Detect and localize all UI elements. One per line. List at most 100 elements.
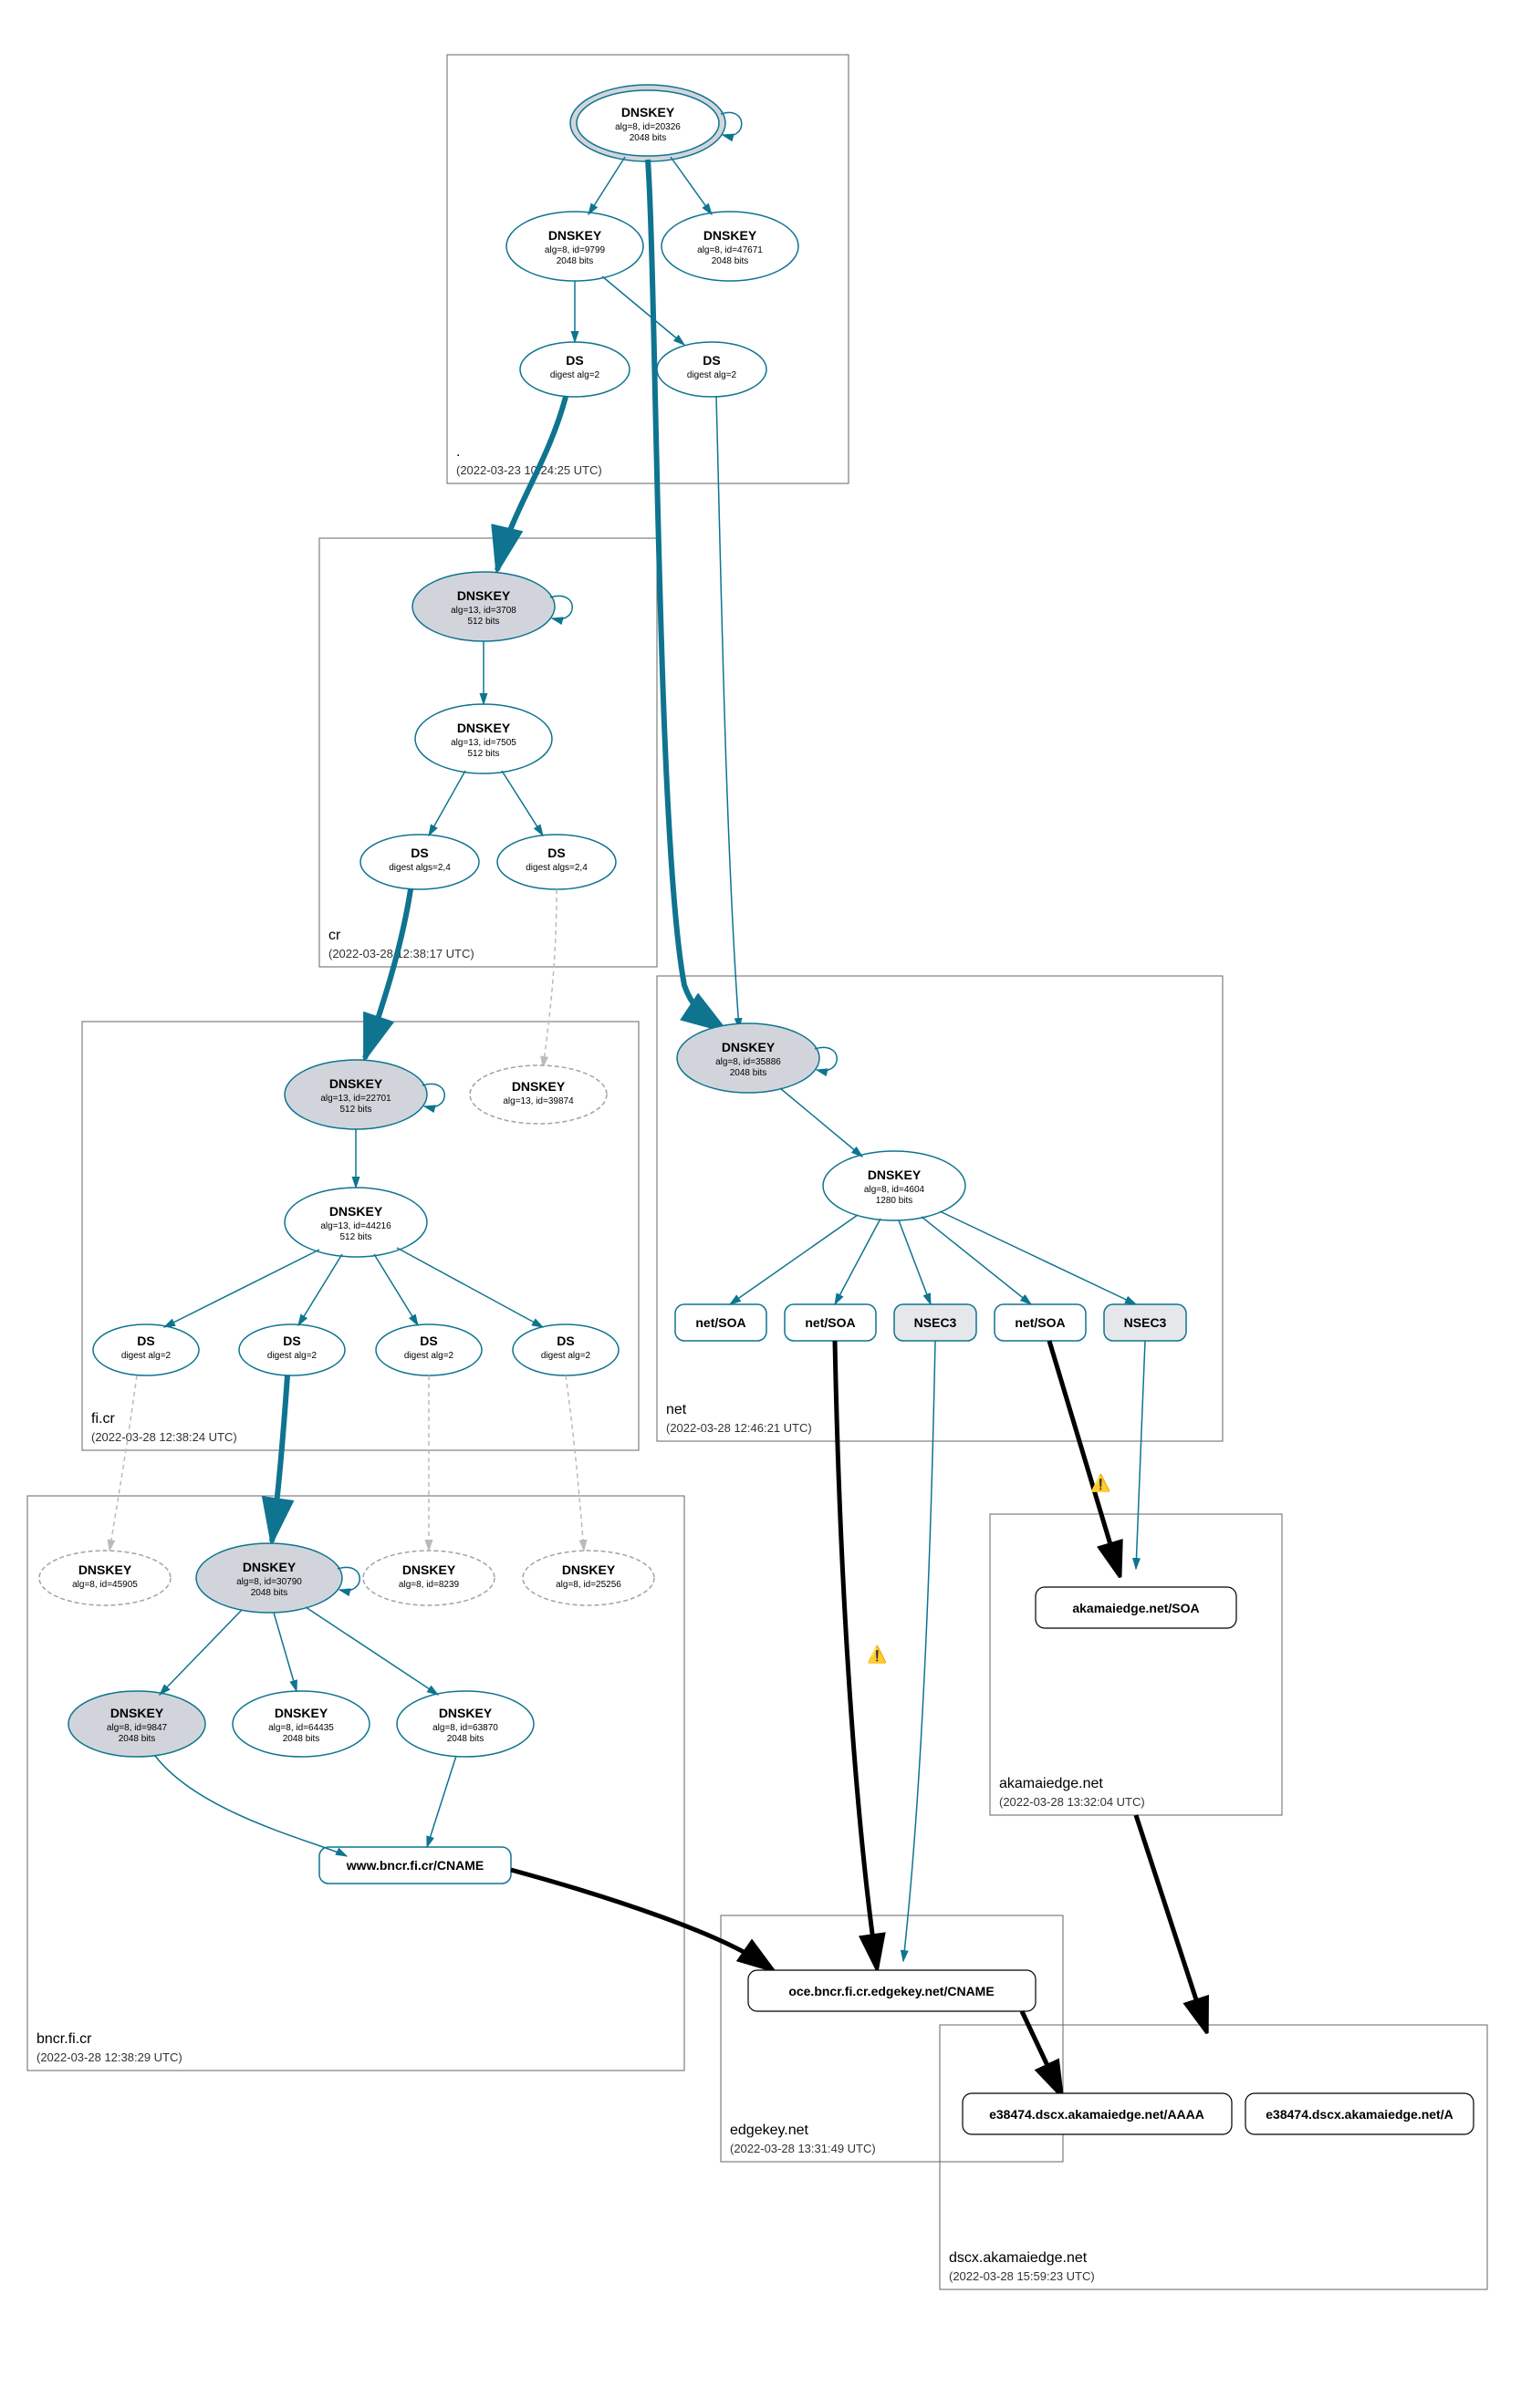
svg-text:DNSKEY: DNSKEY bbox=[703, 228, 757, 243]
svg-text:alg=8, id=30790: alg=8, id=30790 bbox=[236, 1577, 302, 1587]
svg-text:alg=8, id=9799: alg=8, id=9799 bbox=[545, 245, 606, 255]
svg-text:oce.bncr.fi.cr.edgekey.net/CNA: oce.bncr.fi.cr.edgekey.net/CNAME bbox=[788, 1984, 994, 1998]
svg-text:DNSKEY: DNSKEY bbox=[512, 1079, 566, 1094]
svg-text:DS: DS bbox=[420, 1334, 437, 1348]
svg-text:DS: DS bbox=[566, 353, 583, 368]
node-root-ksk: DNSKEY alg=8, id=20326 2048 bits bbox=[570, 85, 742, 161]
zone-bncr-ts: (2022-03-28 12:38:29 UTC) bbox=[36, 2050, 182, 2064]
svg-text:DNSKEY: DNSKEY bbox=[110, 1706, 164, 1720]
svg-text:DS: DS bbox=[137, 1334, 154, 1348]
zone-ficr-ts: (2022-03-28 12:38:24 UTC) bbox=[91, 1430, 237, 1444]
svg-text:alg=8, id=4604: alg=8, id=4604 bbox=[864, 1185, 925, 1195]
svg-text:digest alg=2: digest alg=2 bbox=[541, 1351, 591, 1361]
svg-text:DS: DS bbox=[411, 846, 428, 860]
node-akamai-soa: akamaiedge.net/SOA bbox=[1036, 1587, 1236, 1628]
svg-text:alg=8, id=63870: alg=8, id=63870 bbox=[432, 1723, 498, 1733]
svg-text:2048 bits: 2048 bits bbox=[283, 1734, 320, 1744]
svg-text:DNSKEY: DNSKEY bbox=[621, 105, 675, 119]
zone-bncr-name: bncr.fi.cr bbox=[36, 2031, 92, 2047]
warning-icon: ⚠️ bbox=[867, 1645, 887, 1664]
node-root-ds2: DS digest alg=2 bbox=[657, 342, 766, 397]
svg-text:alg=13, id=3708: alg=13, id=3708 bbox=[451, 606, 516, 616]
svg-text:512 bits: 512 bits bbox=[467, 617, 499, 627]
zone-root-ts: (2022-03-23 10:24:25 UTC) bbox=[456, 463, 602, 477]
node-cr-ds1: DS digest algs=2,4 bbox=[360, 835, 479, 889]
node-edgekey-cname: oce.bncr.fi.cr.edgekey.net/CNAME bbox=[748, 1970, 1036, 2011]
svg-text:2048 bits: 2048 bits bbox=[630, 133, 667, 143]
zone-dscx-name: dscx.akamaiedge.net bbox=[949, 2250, 1088, 2266]
zone-net-ts: (2022-03-28 12:46:21 UTC) bbox=[666, 1421, 812, 1435]
zone-dscx-ts: (2022-03-28 15:59:23 UTC) bbox=[949, 2269, 1095, 2283]
svg-text:digest alg=2: digest alg=2 bbox=[404, 1351, 454, 1361]
node-bncr-ksk: DNSKEY alg=8, id=30790 2048 bits bbox=[196, 1543, 359, 1613]
svg-text:DNSKEY: DNSKEY bbox=[329, 1076, 383, 1091]
zone-net-name: net bbox=[666, 1402, 687, 1417]
node-net-zsk: DNSKEY alg=8, id=4604 1280 bits bbox=[823, 1151, 965, 1220]
node-net-nsec2: NSEC3 bbox=[1104, 1304, 1186, 1341]
svg-text:alg=13, id=39874: alg=13, id=39874 bbox=[503, 1096, 574, 1106]
svg-text:DS: DS bbox=[557, 1334, 574, 1348]
zone-edgekey-name: edgekey.net bbox=[730, 2123, 809, 2138]
svg-text:alg=13, id=22701: alg=13, id=22701 bbox=[320, 1094, 391, 1104]
svg-text:alg=8, id=47671: alg=8, id=47671 bbox=[697, 245, 763, 255]
node-dscx-a: e38474.dscx.akamaiedge.net/A bbox=[1245, 2093, 1474, 2134]
svg-text:DNSKEY: DNSKEY bbox=[275, 1706, 328, 1720]
node-cr-zsk: DNSKEY alg=13, id=7505 512 bits bbox=[415, 704, 552, 773]
node-bncr-d3: DNSKEY alg=8, id=25256 bbox=[523, 1551, 654, 1605]
svg-text:alg=8, id=9847: alg=8, id=9847 bbox=[107, 1723, 168, 1733]
svg-text:digest alg=2: digest alg=2 bbox=[121, 1351, 172, 1361]
zone-akamai-name: akamaiedge.net bbox=[999, 1776, 1103, 1791]
svg-text:DNSKEY: DNSKEY bbox=[457, 721, 511, 735]
zone-ficr-name: fi.cr bbox=[91, 1411, 115, 1427]
node-net-soa1: net/SOA bbox=[675, 1304, 766, 1341]
svg-text:512 bits: 512 bits bbox=[467, 749, 499, 759]
svg-text:2048 bits: 2048 bits bbox=[712, 256, 749, 266]
svg-text:DNSKEY: DNSKEY bbox=[439, 1706, 493, 1720]
svg-text:DNSKEY: DNSKEY bbox=[868, 1168, 922, 1182]
node-net-soa2: net/SOA bbox=[785, 1304, 876, 1341]
svg-text:alg=8, id=45905: alg=8, id=45905 bbox=[72, 1580, 138, 1590]
node-root-ds1: DS digest alg=2 bbox=[520, 342, 630, 397]
zone-edgekey-ts: (2022-03-28 13:31:49 UTC) bbox=[730, 2142, 876, 2155]
svg-text:digest alg=2: digest alg=2 bbox=[550, 370, 600, 380]
svg-text:NSEC3: NSEC3 bbox=[1124, 1315, 1167, 1330]
node-bncr-d1: DNSKEY alg=8, id=45905 bbox=[39, 1551, 171, 1605]
node-bncr-z1: DNSKEY alg=8, id=9847 2048 bits bbox=[68, 1691, 205, 1757]
svg-text:1280 bits: 1280 bits bbox=[876, 1196, 913, 1206]
svg-text:DS: DS bbox=[547, 846, 565, 860]
svg-text:NSEC3: NSEC3 bbox=[914, 1315, 957, 1330]
svg-text:DS: DS bbox=[703, 353, 720, 368]
svg-text:DS: DS bbox=[283, 1334, 300, 1348]
node-ficr-d1: DNSKEY alg=13, id=39874 bbox=[470, 1065, 607, 1124]
svg-text:DNSKEY: DNSKEY bbox=[562, 1562, 616, 1577]
svg-text:DNSKEY: DNSKEY bbox=[457, 588, 511, 603]
svg-text:DNSKEY: DNSKEY bbox=[402, 1562, 456, 1577]
svg-text:2048 bits: 2048 bits bbox=[557, 256, 594, 266]
svg-text:e38474.dscx.akamaiedge.net/AAA: e38474.dscx.akamaiedge.net/AAAA bbox=[989, 2107, 1204, 2122]
svg-text:alg=8, id=8239: alg=8, id=8239 bbox=[399, 1580, 460, 1590]
node-ficr-ksk: DNSKEY alg=13, id=22701 512 bits bbox=[285, 1060, 444, 1129]
zone-akamai-ts: (2022-03-28 13:32:04 UTC) bbox=[999, 1795, 1145, 1809]
dnssec-diagram: . (2022-03-23 10:24:25 UTC) DNSKEY alg=8… bbox=[18, 18, 1503, 2390]
svg-text:digest alg=2: digest alg=2 bbox=[687, 370, 737, 380]
node-cr-ksk: DNSKEY alg=13, id=3708 512 bits bbox=[412, 572, 572, 641]
svg-text:alg=8, id=20326: alg=8, id=20326 bbox=[615, 122, 681, 132]
node-net-nsec1: NSEC3 bbox=[894, 1304, 976, 1341]
svg-text:alg=8, id=25256: alg=8, id=25256 bbox=[556, 1580, 621, 1590]
node-root-zsk1: DNSKEY alg=8, id=9799 2048 bits bbox=[506, 212, 643, 281]
node-bncr-d2: DNSKEY alg=8, id=8239 bbox=[363, 1551, 495, 1605]
svg-text:DNSKEY: DNSKEY bbox=[243, 1560, 297, 1574]
zone-cr-name: cr bbox=[328, 928, 341, 943]
svg-text:www.bncr.fi.cr/CNAME: www.bncr.fi.cr/CNAME bbox=[346, 1858, 484, 1873]
svg-text:akamaiedge.net/SOA: akamaiedge.net/SOA bbox=[1072, 1601, 1199, 1615]
svg-text:net/SOA: net/SOA bbox=[805, 1315, 855, 1330]
svg-text:digest algs=2,4: digest algs=2,4 bbox=[389, 863, 451, 873]
node-ficr-ds3: DS digest alg=2 bbox=[376, 1324, 482, 1375]
svg-text:net/SOA: net/SOA bbox=[695, 1315, 745, 1330]
svg-text:512 bits: 512 bits bbox=[339, 1232, 371, 1242]
node-bncr-cname: www.bncr.fi.cr/CNAME bbox=[319, 1847, 511, 1884]
svg-text:2048 bits: 2048 bits bbox=[730, 1068, 767, 1078]
zone-root-name: . bbox=[456, 444, 460, 460]
node-ficr-ds4: DS digest alg=2 bbox=[513, 1324, 619, 1375]
node-ficr-ds2: DS digest alg=2 bbox=[239, 1324, 345, 1375]
